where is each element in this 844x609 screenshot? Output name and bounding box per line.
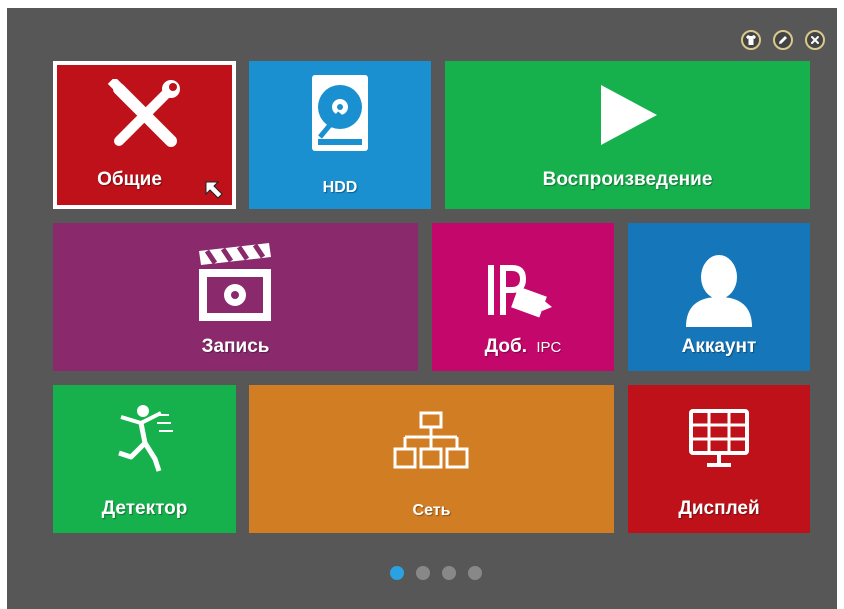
tile-add-ipc-label-row: Доб. IPC — [432, 336, 614, 358]
tile-add-ipc[interactable]: Доб. IPC — [432, 223, 614, 371]
tile-hdd[interactable]: HDD — [249, 61, 431, 209]
page-dot-3[interactable] — [442, 566, 456, 580]
tile-display-label: Дисплей — [678, 498, 760, 519]
page-dot-2[interactable] — [416, 566, 430, 580]
clapperboard-icon — [199, 243, 271, 321]
close-icon[interactable] — [805, 30, 825, 50]
play-icon — [601, 85, 657, 145]
network-icon — [393, 411, 469, 469]
tile-add-ipc-suffix: IPC — [536, 339, 562, 356]
window-controls — [741, 30, 825, 50]
page-dot-4[interactable] — [468, 566, 482, 580]
tile-detector-label: Детектор — [101, 498, 188, 519]
page-indicator — [390, 566, 482, 580]
tile-record[interactable]: Запись — [53, 223, 418, 371]
tile-account[interactable]: Аккаунт — [628, 223, 810, 371]
tile-playback[interactable]: Воспроизведение — [445, 61, 810, 209]
monitor-grid-icon — [689, 409, 749, 467]
tile-general[interactable]: Общие — [53, 61, 236, 209]
user-icon — [686, 255, 752, 327]
main-menu-window: Общие HDD Воспроизведение Запись Доб. IP… — [7, 8, 837, 609]
shirt-icon[interactable] — [741, 30, 761, 50]
edit-icon[interactable] — [773, 30, 793, 50]
tile-record-label: Запись — [201, 336, 270, 357]
page-dot-1[interactable] — [390, 566, 404, 580]
hdd-icon — [312, 75, 368, 151]
tile-network-label: Сеть — [412, 502, 451, 519]
tile-playback-label: Воспроизведение — [542, 169, 713, 190]
tile-detector[interactable]: Детектор — [53, 385, 236, 533]
tools-icon — [107, 79, 180, 147]
tile-add-ipc-label: Доб. — [484, 336, 528, 357]
tile-network[interactable]: Сеть — [249, 385, 614, 533]
running-man-icon — [118, 405, 173, 472]
tile-hdd-label: HDD — [322, 179, 358, 196]
tile-account-label: Аккаунт — [681, 336, 757, 357]
ip-camera-icon — [488, 265, 552, 318]
tile-display[interactable]: Дисплей — [628, 385, 810, 533]
cursor-arrow-icon — [205, 181, 223, 199]
